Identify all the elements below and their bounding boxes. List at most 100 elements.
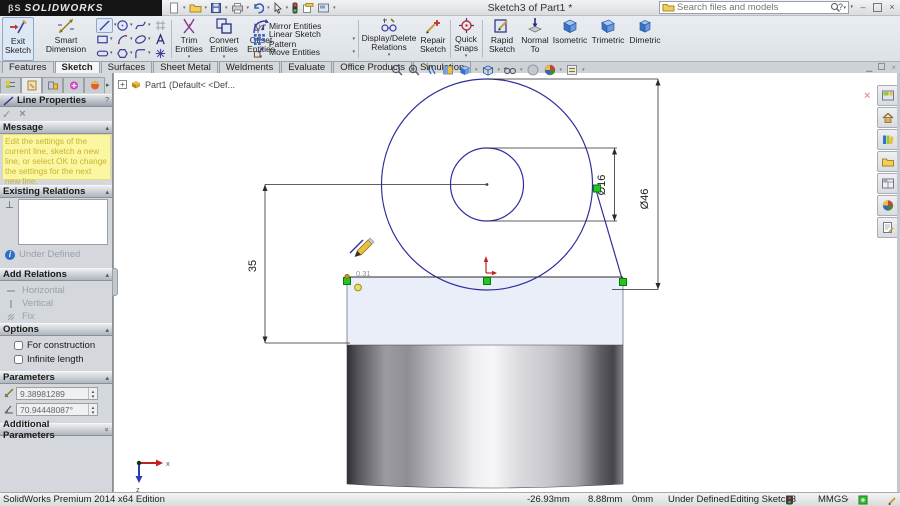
relation-vertical[interactable]: Vertical <box>6 298 106 309</box>
length-field[interactable]: ▲▼ <box>16 387 98 400</box>
zoom-area-icon[interactable] <box>407 63 421 77</box>
search-box[interactable]: ▾ <box>659 1 849 14</box>
polygon-tool-button[interactable]: ▾ <box>116 46 134 60</box>
panel-tabs-overflow-icon[interactable]: ▸ <box>106 81 110 89</box>
previous-view-icon[interactable] <box>424 63 438 77</box>
restore-button[interactable] <box>873 2 882 12</box>
options-header[interactable]: Options ▴ <box>0 323 112 336</box>
options-icon[interactable] <box>317 2 330 14</box>
angle-input[interactable] <box>17 404 88 415</box>
collapse-icon[interactable]: ▴ <box>105 124 109 132</box>
taskpane-file-explorer-tab[interactable] <box>877 151 898 172</box>
display-manager-tab[interactable] <box>84 77 105 93</box>
arc-tool-button[interactable]: ▾ <box>116 32 134 46</box>
minimize-button[interactable]: – <box>857 1 869 13</box>
copy-settings-icon[interactable] <box>302 2 314 14</box>
linear-sketch-pattern-button[interactable]: Linear Sketch Pattern ▾ <box>253 29 355 49</box>
spline-tool-button[interactable]: ▾ <box>134 18 154 32</box>
sketch-text-button[interactable] <box>154 32 170 46</box>
for-construction-checkbox[interactable] <box>14 341 23 350</box>
tab-weldments[interactable]: Weldments <box>218 61 281 73</box>
highlight-endpoint[interactable] <box>344 273 350 279</box>
additional-parameters-header[interactable]: Additional Parameters « <box>0 419 112 441</box>
select-cursor-icon[interactable] <box>273 2 283 14</box>
ellipse-tool-button[interactable]: ▾ <box>134 32 154 46</box>
trimetric-button[interactable]: Trimetric <box>590 17 626 61</box>
save-icon[interactable] <box>210 2 222 14</box>
new-document-icon[interactable] <box>168 2 180 14</box>
dimension-46-lines[interactable] <box>487 78 659 290</box>
rebuild-icon[interactable] <box>291 2 299 14</box>
display-style-icon[interactable] <box>481 63 495 77</box>
parameters-header[interactable]: Parameters ▴ <box>0 371 112 384</box>
taskpane-design-library-tab[interactable] <box>877 129 898 150</box>
normal-to-button[interactable]: Normal To <box>520 17 550 61</box>
cancel-button[interactable]: × <box>19 108 25 121</box>
taskpane-resources-window-tab[interactable] <box>877 85 898 106</box>
help-button[interactable]: ? <box>834 1 846 13</box>
point-tool-button[interactable] <box>154 46 170 60</box>
tab-surfaces[interactable]: Surfaces <box>100 61 153 73</box>
print-icon[interactable] <box>231 2 244 14</box>
taskpane-home-tab[interactable] <box>877 107 898 128</box>
undo-icon[interactable] <box>252 2 265 14</box>
existing-relations-list[interactable] <box>18 199 108 245</box>
sketch-line-slanted[interactable] <box>595 189 624 283</box>
configuration-manager-tab[interactable] <box>42 77 63 93</box>
open-icon[interactable] <box>189 2 202 14</box>
model-top-face[interactable] <box>347 277 623 345</box>
line-tool-button[interactable] <box>96 17 113 33</box>
dimetric-button[interactable]: Dimetric <box>628 17 662 61</box>
slot-tool-button[interactable]: ▾ <box>96 46 116 60</box>
repair-sketch-button[interactable]: Repair Sketch <box>418 17 448 61</box>
collapse-icon[interactable]: ▴ <box>105 271 109 279</box>
collapse-icon[interactable]: ▴ <box>105 188 109 196</box>
tab-sketch[interactable]: Sketch <box>54 61 100 73</box>
circle-tool-button[interactable]: ▾ <box>116 18 134 32</box>
relation-horizontal[interactable]: Horizontal <box>6 285 106 296</box>
tag-status-icon[interactable] <box>858 495 868 505</box>
taskpane-custom-properties-tab[interactable] <box>877 217 898 238</box>
tab-sheet-metal[interactable]: Sheet Metal <box>153 61 218 73</box>
panel-splitter-handle[interactable] <box>112 268 118 296</box>
taskpane-appearances-tab[interactable] <box>877 195 898 216</box>
feature-manager-tab[interactable] <box>0 77 21 93</box>
search-input[interactable] <box>675 2 831 13</box>
tab-features[interactable]: Features <box>2 61 54 73</box>
exit-sketch-button[interactable]: Exit Sketch <box>2 17 34 61</box>
quick-snaps-button[interactable]: Quick Snaps ▾ <box>452 17 480 61</box>
doc-minimize-icon[interactable]: ▁ <box>866 63 872 72</box>
expand-icon[interactable]: « <box>104 428 111 432</box>
ok-button[interactable]: ✓ <box>2 108 11 121</box>
existing-relations-header[interactable]: Existing Relations ▴ <box>0 185 112 198</box>
infinite-length-checkbox[interactable] <box>14 355 23 364</box>
option-infinite-length[interactable]: Infinite length <box>14 354 84 365</box>
view-orientation-icon[interactable] <box>458 63 472 77</box>
collapse-icon[interactable]: ▴ <box>105 326 109 334</box>
units-dropdown-icon[interactable]: ▾ <box>846 497 849 503</box>
circle-center-point[interactable] <box>485 183 489 186</box>
tree-root-label[interactable]: Part1 (Default< <Def... <box>145 80 235 90</box>
model-cylinder[interactable] <box>346 344 624 489</box>
angle-field[interactable]: ▲▼ <box>16 403 98 416</box>
dim-height-text[interactable]: 35 <box>247 260 259 272</box>
units-selector[interactable]: MMGS <box>818 494 848 505</box>
taskpane-close-icon[interactable]: × <box>864 90 870 102</box>
smart-dimension-button[interactable]: Smart Dimension <box>38 17 94 61</box>
doc-close-icon[interactable]: × <box>891 63 896 72</box>
doc-restore-icon[interactable] <box>878 63 886 70</box>
close-button[interactable]: × <box>886 1 898 13</box>
dimxpert-manager-tab[interactable] <box>63 77 84 93</box>
view-settings-icon[interactable] <box>565 63 579 77</box>
collapse-icon[interactable]: ▴ <box>105 374 109 382</box>
relation-fix[interactable]: Fix <box>6 311 106 322</box>
zoom-fit-icon[interactable] <box>390 63 404 77</box>
section-view-icon[interactable] <box>441 63 455 77</box>
edit-appearance-icon[interactable] <box>526 63 540 77</box>
feature-tree-flyout[interactable]: + Part1 (Default< <Def... <box>118 79 235 90</box>
rectangle-tool-button[interactable]: ▾ <box>96 32 116 46</box>
sketch-vertex-markers[interactable] <box>343 184 627 286</box>
sketch-picture-button[interactable] <box>154 18 170 32</box>
trim-entities-button[interactable]: Trim Entities ▾ <box>174 17 204 61</box>
option-for-construction[interactable]: For construction <box>14 340 95 351</box>
